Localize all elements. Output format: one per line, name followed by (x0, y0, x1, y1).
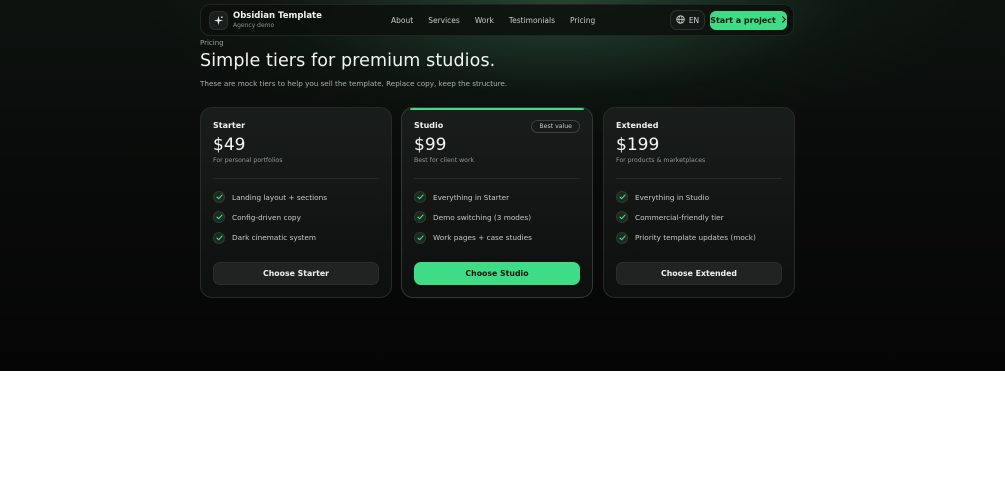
feature-item: Config-driven copy (213, 211, 327, 224)
feature-label: Everything in Studio (635, 192, 710, 202)
feature-list: Landing layout + sections Config-driven … (213, 191, 327, 252)
check-icon (213, 211, 225, 224)
start-project-button[interactable]: Start a project (710, 11, 787, 30)
choose-starter-button[interactable]: Choose Starter (213, 262, 379, 285)
feature-list: Everything in Studio Commercial-friendly… (616, 191, 756, 252)
feature-label: Everything in Starter (433, 192, 510, 202)
feature-label: Work pages + case studies (433, 233, 532, 243)
plan-price: $199 (616, 135, 660, 155)
pricing-section: Obsidian Template Agency demo About Serv… (0, 0, 1005, 371)
globe-icon (676, 14, 685, 26)
feature-item: Everything in Starter (414, 191, 532, 203)
brand-title[interactable]: Obsidian Template (233, 11, 322, 21)
check-icon (414, 231, 426, 244)
plan-subtitle: For personal portfolios (213, 157, 283, 164)
card-divider (414, 178, 580, 179)
nav-link-services[interactable]: Services (428, 16, 460, 25)
language-label: EN (688, 15, 700, 25)
plan-subtitle: For products & marketplaces (616, 157, 706, 164)
choose-extended-button[interactable]: Choose Extended (616, 262, 782, 285)
card-divider (616, 178, 782, 179)
feature-item: Dark cinematic system (213, 231, 327, 244)
nav-link-about[interactable]: About (391, 16, 413, 25)
feature-item: Work pages + case studies (414, 231, 532, 244)
feature-list: Everything in Starter Demo switching (3 … (414, 191, 532, 252)
navbar: Obsidian Template Agency demo About Serv… (200, 4, 794, 36)
nav-link-pricing[interactable]: Pricing (570, 16, 595, 25)
page-blank-area (0, 371, 1005, 499)
choose-studio-button[interactable]: Choose Studio (414, 262, 580, 285)
feature-label: Demo switching (3 modes) (433, 212, 532, 222)
feature-item: Commercial-friendly tier (616, 211, 756, 224)
feature-item: Landing layout + sections (213, 191, 327, 203)
pricing-card-studio: Studio Best value $99 Best for client wo… (401, 107, 593, 298)
brand-subtitle: Agency demo (233, 22, 275, 29)
nav-link-work[interactable]: Work (475, 16, 494, 25)
section-eyebrow: Pricing (200, 39, 224, 47)
plan-name: Starter (213, 121, 246, 130)
feature-label: Config-driven copy (232, 212, 301, 222)
feature-label: Priority template updates (mock) (635, 233, 756, 243)
chevron-right-icon (781, 16, 787, 25)
plan-name: Extended (616, 121, 659, 130)
sparkle-icon[interactable] (209, 11, 228, 30)
section-description: These are mock tiers to help you sell th… (200, 79, 508, 88)
feature-label: Commercial-friendly tier (635, 212, 724, 222)
language-switcher[interactable]: EN (670, 10, 705, 30)
feature-label: Landing layout + sections (232, 192, 327, 202)
check-icon (414, 191, 426, 203)
feature-item: Everything in Studio (616, 191, 756, 203)
plan-name: Studio (414, 121, 444, 130)
nav-links: About Services Work Testimonials Pricing (391, 16, 610, 25)
pricing-card-extended: Extended $199 For products & marketplace… (603, 107, 795, 298)
check-icon (213, 191, 225, 203)
pricing-card-starter: Starter $49 For personal portfolios Land… (200, 107, 392, 298)
plan-price: $99 (414, 135, 447, 155)
check-icon (616, 191, 628, 203)
card-divider (213, 178, 379, 179)
start-project-label: Start a project (710, 16, 776, 25)
feature-label: Dark cinematic system (232, 233, 316, 243)
plan-subtitle: Best for client work (414, 157, 475, 164)
best-value-badge: Best value (531, 120, 580, 133)
check-icon (414, 211, 426, 224)
feature-item: Demo switching (3 modes) (414, 211, 532, 224)
nav-link-testimonials[interactable]: Testimonials (509, 16, 555, 25)
check-icon (616, 231, 628, 244)
check-icon (616, 211, 628, 224)
feature-item: Priority template updates (mock) (616, 231, 756, 244)
section-headline: Simple tiers for premium studios. (200, 51, 496, 71)
check-icon (213, 231, 225, 244)
plan-price: $49 (213, 135, 246, 155)
